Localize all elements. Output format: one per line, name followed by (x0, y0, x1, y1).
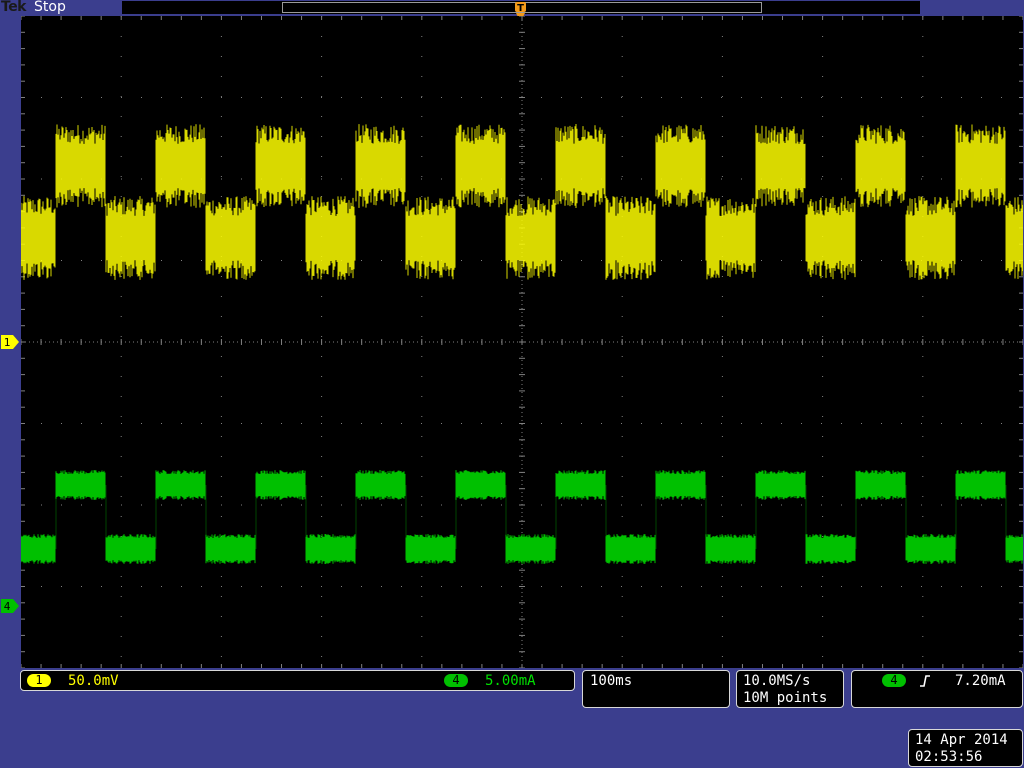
vertical-settings-readout[interactable]: 1 50.0mV 4 5.00mA (20, 670, 575, 691)
ch4-ground-marker[interactable]: 4 (0, 598, 20, 614)
ch1-badge: 1 (27, 674, 51, 687)
ch4-scale: 5.00mA (485, 673, 536, 689)
waveform-display[interactable] (21, 16, 1023, 668)
svg-text:1: 1 (4, 336, 11, 349)
sample-rate: 10.0MS/s (743, 673, 811, 689)
record-length: 10M points (743, 690, 828, 706)
rising-edge-icon (920, 675, 930, 687)
status-bar: Tek Stop T (0, 0, 1024, 22)
waveforms (21, 124, 1023, 564)
tek-logo: Tek (1, 0, 27, 15)
trigger-level: 7.20mA (955, 673, 1006, 689)
ch1-noise-band (21, 124, 1023, 280)
trigger-source-badge: 4 (882, 674, 906, 687)
timebase-value: 100ms (590, 673, 633, 689)
trigger-readout[interactable]: 4 7.20mA (851, 670, 1023, 708)
time: 02:53:56 (915, 749, 983, 765)
trigger-position-letter: T (517, 3, 524, 14)
date-time-readout: 14 Apr 2014 02:53:56 (908, 729, 1023, 767)
acquisition-readout[interactable]: 10.0MS/s 10M points (736, 670, 844, 708)
ch1-waveform (21, 124, 1023, 280)
horizontal-timebase-readout[interactable]: 100ms (582, 670, 730, 708)
ch4-badge: 4 (444, 674, 468, 687)
date: 14 Apr 2014 (915, 732, 1008, 748)
svg-text:4: 4 (4, 600, 11, 613)
ch1-scale: 50.0mV (68, 673, 119, 689)
ch1-ground-marker[interactable]: 1 (0, 334, 20, 350)
ch4-waveform (21, 470, 1023, 564)
ch4-square-band (21, 470, 1023, 564)
run-status: Stop (34, 0, 66, 15)
